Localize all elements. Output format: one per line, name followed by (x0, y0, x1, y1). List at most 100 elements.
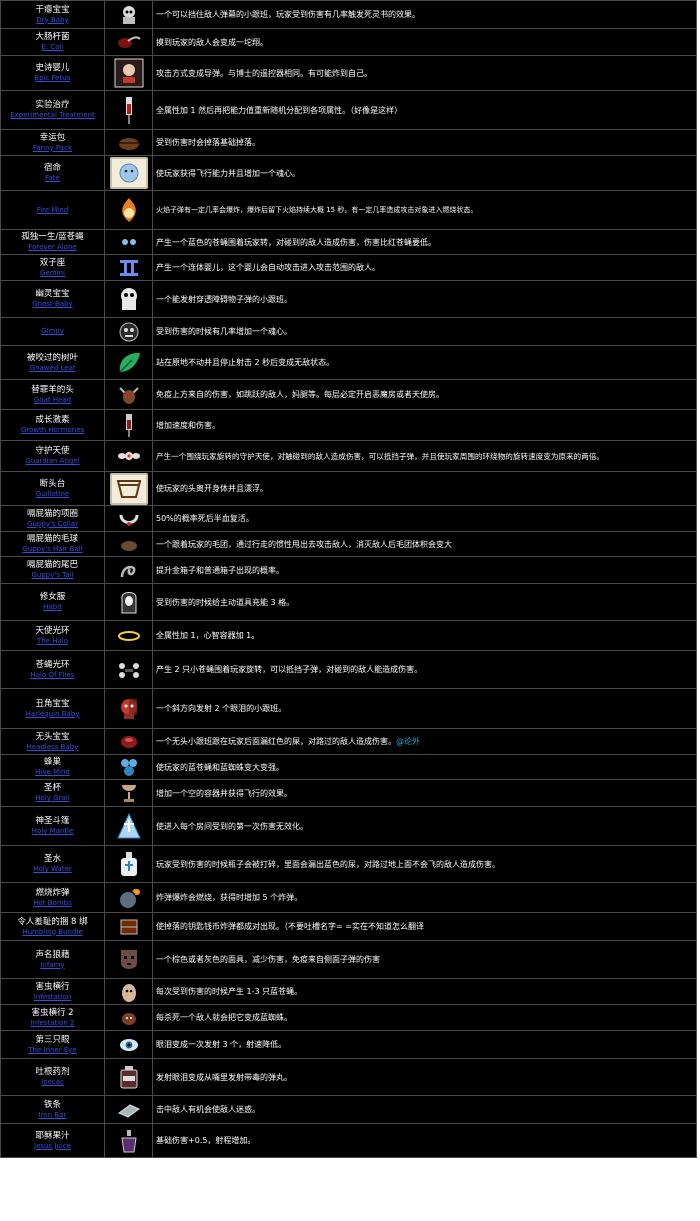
item-link[interactable]: E. Coli (2, 43, 104, 52)
item-name-cn: 无头宝宝 (35, 731, 70, 742)
item-icon-cell (104, 505, 153, 532)
guppys-hairball-icon (120, 541, 137, 551)
item-icon-cell (104, 728, 153, 755)
item-link[interactable]: Gimpy (2, 327, 104, 336)
item-name-cell: 天使光环 The Halo (0, 620, 105, 651)
item-name-cell: 害虫横行 2 Infestation 2 (0, 1004, 105, 1031)
item-link[interactable]: Guppy's Hair Ball (2, 545, 104, 554)
item-name-cn: 断头台 (39, 478, 66, 489)
item-link[interactable]: Humbling Bundle (2, 928, 104, 937)
item-icon-cell (104, 190, 153, 230)
humbling-bundle-icon (120, 919, 137, 934)
author-tag: @论外 (396, 737, 420, 746)
table-row: 幽灵宝宝 Ghost Baby 一个能发射穿透障碍物子弹的小跟班。 (0, 280, 697, 318)
table-row: Gimpy 受到伤害的时候有几率增加一个魂心。 (0, 317, 697, 346)
epic-fetus-icon (114, 58, 143, 88)
item-name-cn: 声名狼藉 (35, 949, 70, 960)
item-link[interactable]: Guardian Angel (2, 457, 104, 466)
item-link[interactable]: Harlequin Baby (2, 710, 104, 719)
item-link[interactable]: Gemini (2, 269, 104, 278)
item-description: 免疫上方来自的伤害，如跳跃的敌人，妈腿等。每层必定开启恶魔房或者天使房。 (152, 379, 697, 410)
guardian-angel-icon (117, 452, 140, 460)
item-link[interactable]: The Inner Eye (2, 1046, 104, 1055)
item-link[interactable]: Fire Mind (2, 206, 104, 215)
item-link[interactable]: Infestation 2 (2, 1019, 104, 1028)
table-row: 修女服 Habit 受到伤害的时候给主动道具充能 3 格。 (0, 583, 697, 621)
table-row: 丑角宝宝 Harlequin Baby 一个斜方向发射 2 个眼泪的小跟班。 (0, 688, 697, 729)
item-icon-cell (104, 28, 153, 56)
item-description: 使掉落的钥匙钱币炸弹都成对出现。（不要吐槽名字= =实在不知道怎么翻译 (152, 912, 697, 941)
item-link[interactable]: Ipecac (2, 1078, 104, 1087)
fate-icon (109, 157, 148, 189)
item-table: 干瘪宝宝 Dry Baby 一个可以挡住敌人弹幕的小跟班，玩家受到伤害有几率触发死… (0, 0, 697, 1158)
item-link[interactable]: Goat Head (2, 396, 104, 405)
item-description: 一个跟着玩家的毛团，通过行走的惯性甩出去攻击敌人，消灭敌人后毛团体积会变大 (152, 531, 697, 557)
item-link[interactable]: Infestation (2, 993, 104, 1002)
item-name-cell: 被咬过的树叶 Gnawed Leaf (0, 345, 105, 380)
item-icon-cell (104, 1095, 153, 1124)
item-link[interactable]: Jesus Juice (2, 1142, 104, 1151)
item-link[interactable]: Infamy (2, 961, 104, 970)
item-link[interactable]: Iron Bar (2, 1111, 104, 1120)
item-link[interactable]: Ghost Baby (2, 300, 104, 309)
item-description: 使玩家获得飞行能力并且增加一个魂心。 (152, 155, 697, 191)
infamy-icon (120, 949, 137, 969)
item-link[interactable]: Holy Grail (2, 794, 104, 803)
item-name-cell: 孤独一生/蓝苍蝇 Forever Alone (0, 229, 105, 255)
item-icon-cell (104, 409, 153, 441)
item-link[interactable]: Fanny Pack (2, 144, 104, 153)
item-name-cell: Gimpy (0, 317, 105, 346)
item-description: 一个棕色或者灰色的面具，减少伤害，免疫来自侧面子弹的伤害 (152, 940, 697, 979)
item-link[interactable]: Guppy's Collar (2, 520, 104, 529)
item-description: 玩家受到伤害的时候瓶子会被打碎，里面会漏出蓝色的尿，对路过地上面不会飞的敌人造成… (152, 845, 697, 883)
item-name-cell: 史诗婴儿 Epic Fetus (0, 55, 105, 91)
item-link[interactable]: Gnawed Leaf (2, 364, 104, 373)
item-name-cn: 嗝屁猫的毛球 (26, 534, 78, 544)
item-name-cn: 圣水 (43, 854, 61, 864)
guppys-collar-icon (119, 514, 138, 526)
item-link[interactable]: Dry Baby (2, 16, 104, 25)
item-name-cn: 蜂巢 (43, 757, 61, 767)
item-description: 摸到玩家的敌人会变成一坨翔。 (152, 28, 697, 56)
item-link[interactable]: Fate (2, 174, 104, 183)
item-name-cn: 天使光环 (35, 625, 70, 636)
item-link[interactable]: Hot Bombs (2, 899, 104, 908)
item-link[interactable]: Experimental Treatment (2, 111, 104, 120)
item-icon-cell (104, 90, 153, 130)
item-description: 使进入每个房间受到的第一次伤害无效化。 (152, 806, 697, 846)
item-icon-cell (104, 1123, 153, 1158)
item-description: 50%的概率死后半血复活。 (152, 505, 697, 532)
item-link[interactable]: Halo Of Flies (2, 671, 104, 680)
item-link[interactable]: Forever Alone (2, 243, 104, 252)
item-icon-cell (104, 779, 153, 807)
item-link[interactable]: Guillotine (2, 490, 104, 499)
item-name-cell: 第三只眼 The Inner Eye (0, 1030, 105, 1059)
item-link[interactable]: Hive Mind (2, 768, 104, 777)
item-icon-cell (104, 688, 153, 729)
item-link[interactable]: Holy Mantle (2, 827, 104, 836)
item-icon-cell (104, 280, 153, 318)
item-icon-cell (104, 254, 153, 281)
infestation-2-icon (121, 1012, 136, 1025)
item-link[interactable]: Guppy's Tail (2, 571, 104, 580)
item-link[interactable]: Holy Water (2, 865, 104, 874)
item-description: 每杀死一个敌人就会把它变成蓝蜘蛛。 (152, 1004, 697, 1031)
item-link[interactable]: Epic Fetus (2, 74, 104, 83)
item-name-cn: 圣杯 (43, 783, 61, 793)
item-name-cell: 令人羞耻的捆 8 绑 Humbling Bundle (0, 912, 105, 941)
item-description: 击中敌人有机会使敌人迷惑。 (152, 1095, 697, 1124)
item-link[interactable]: The Halo (2, 637, 104, 646)
item-link[interactable]: Growth Hormones (2, 426, 104, 435)
item-icon-cell (104, 583, 153, 621)
item-link[interactable]: Headless Baby (2, 743, 104, 752)
item-name-cell: 圣水 Holy Water (0, 845, 105, 883)
item-icon-cell (104, 650, 153, 689)
halo-of-flies-icon (118, 662, 139, 678)
e-coli-icon (117, 36, 141, 48)
item-name-cell: 幽灵宝宝 Ghost Baby (0, 280, 105, 318)
table-row: 双子座 Gemini 产生一个连体婴儿，这个婴儿会自动攻击进入攻击范围的敌人。 (0, 254, 697, 281)
item-link[interactable]: Habit (2, 603, 104, 612)
table-row: 天使光环 The Halo 全属性加 1，心智容器加 1。 (0, 620, 697, 651)
item-name-cell: 宿命 Fate (0, 155, 105, 191)
item-name-cn: 燃烧炸弹 (35, 887, 70, 898)
